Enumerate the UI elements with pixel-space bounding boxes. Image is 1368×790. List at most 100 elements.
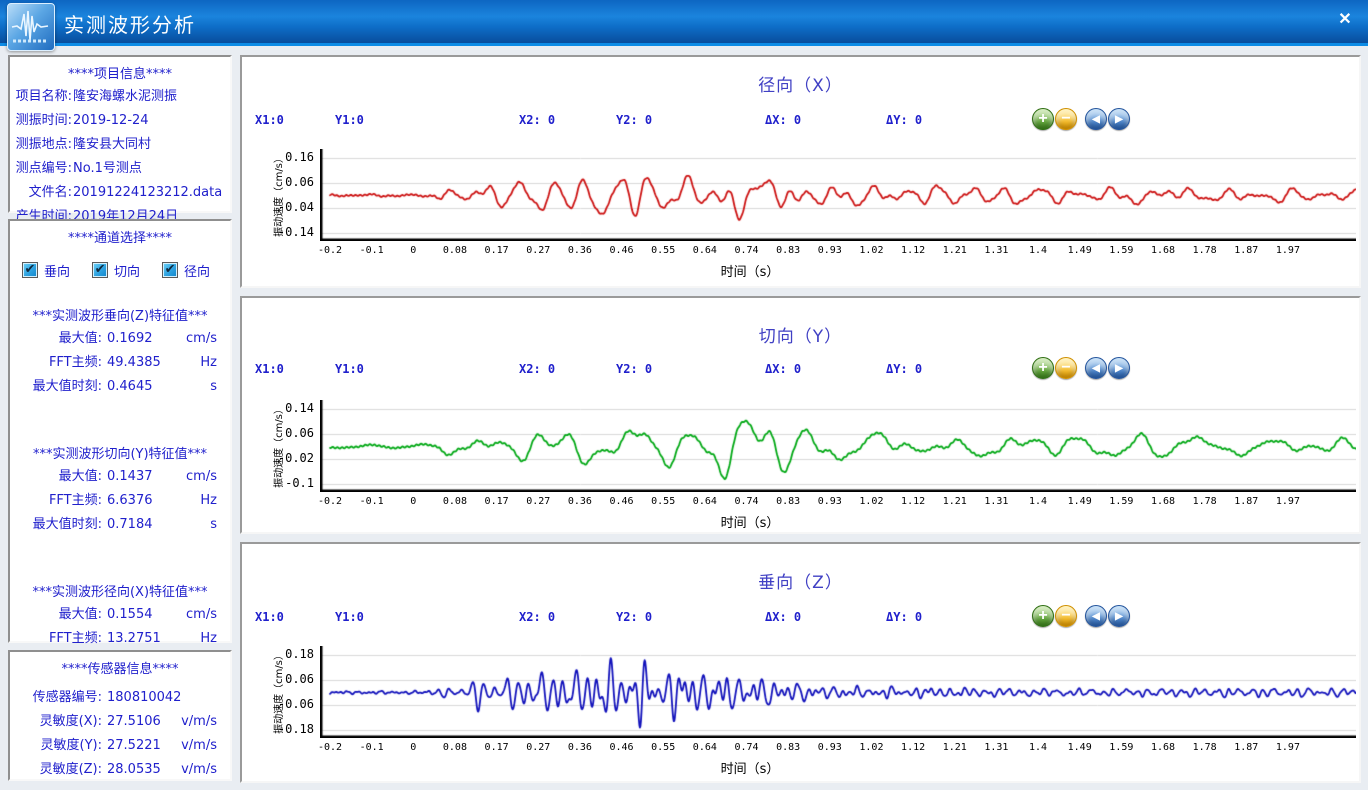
pan-right-icon[interactable]: ▶: [1108, 108, 1130, 130]
x-tick-label: 0.46: [610, 742, 634, 753]
channel-option-radial[interactable]: 径向: [162, 261, 210, 280]
y-tick-label: -0.06: [242, 697, 314, 711]
row-unit: v/m/s: [181, 734, 217, 758]
sensor-row: 传感器编号:180810042: [10, 686, 230, 710]
pan-left-icon[interactable]: ◀: [1085, 108, 1107, 130]
cursor-readouts: X1:0Y1:0X2: 0Y2: 0ΔX: 0ΔY: 0: [242, 610, 1359, 626]
x-axis-label: 时间（s）: [721, 512, 780, 531]
zoom-out-icon[interactable]: −: [1055, 108, 1077, 130]
close-button[interactable]: ✕: [1334, 9, 1356, 31]
channel-option-tangential[interactable]: 切向: [92, 261, 140, 280]
row-unit: cm/s: [186, 327, 217, 351]
zoom-in-icon[interactable]: +: [1032, 357, 1054, 379]
checkbox-checked-vertical-icon[interactable]: [22, 262, 38, 278]
row-label: 传感器编号:: [10, 686, 102, 710]
y-tick-label: 0.18: [242, 647, 314, 661]
waveform-canvas-tangential-y[interactable]: [320, 400, 1356, 492]
chart-title: 垂向（Z）: [242, 568, 1359, 593]
chart-toolbar: +−◀▶: [1032, 108, 1130, 130]
zoom-in-icon[interactable]: +: [1032, 108, 1054, 130]
sensor-row: 灵敏度(X):27.5106v/m/s: [10, 710, 230, 734]
x-tick-label: 0.17: [485, 496, 509, 507]
x-tick-label: -0.1: [360, 742, 384, 753]
feature-row: FFT主频:49.4385Hz: [10, 351, 230, 375]
x-tick-label: 0.83: [776, 742, 800, 753]
x-tick-label: 0.27: [526, 245, 550, 256]
x-tick-label: 1.87: [1234, 496, 1258, 507]
x-tick-label: 0.93: [818, 245, 842, 256]
row-value: 0.4645: [107, 379, 153, 394]
channel-option-label: 垂向: [44, 261, 70, 280]
dx-readout: ΔX: 0: [765, 610, 801, 624]
row-unit: Hz: [200, 351, 217, 375]
x-tick-label: 1.49: [1068, 742, 1092, 753]
y-tick-label: 0.06: [242, 672, 314, 686]
y-tick-label: -0.04: [242, 200, 314, 214]
row-label: 最大值时刻:: [10, 513, 102, 537]
y-tick-label: 0.06: [242, 426, 314, 440]
waveform-canvas-vertical-z[interactable]: [320, 646, 1356, 738]
x-tick-label: 1.21: [943, 245, 967, 256]
x-tick-label: 1.21: [943, 742, 967, 753]
feature-section-header: ***实测波形径向(X)特征值***: [10, 583, 230, 603]
x-tick-label: 1.4: [1029, 245, 1047, 256]
checkbox-checked-tangential-icon[interactable]: [92, 262, 108, 278]
row-label: FFT主频:: [10, 627, 102, 651]
zoom-in-icon[interactable]: +: [1032, 605, 1054, 627]
x2-readout: X2: 0: [519, 113, 555, 127]
feature-section: ***实测波形切向(Y)特征值***最大值:0.1437cm/sFFT主频:6.…: [10, 445, 230, 537]
x-tick-label: 0.64: [693, 496, 717, 507]
feature-row: FFT主频:13.2751Hz: [10, 627, 230, 651]
pan-right-icon[interactable]: ▶: [1108, 357, 1130, 379]
y-tick-label: -0.02: [242, 451, 314, 465]
feature-section-header: ***实测波形切向(Y)特征值***: [10, 445, 230, 465]
zoom-out-icon[interactable]: −: [1055, 605, 1077, 627]
x2-readout: X2: 0: [519, 362, 555, 376]
sensor-row: 灵敏度(Y):27.5221v/m/s: [10, 734, 230, 758]
feature-section: ***实测波形垂向(Z)特征值***最大值:0.1692cm/sFFT主频:49…: [10, 307, 230, 399]
x-tick-label: 1.78: [1193, 496, 1217, 507]
channel-option-label: 径向: [184, 261, 210, 280]
row-label: 灵敏度(Y):: [10, 734, 102, 758]
window-title: 实测波形分析: [64, 9, 196, 38]
x-tick-label: 1.59: [1109, 496, 1133, 507]
x-axis-ticks: -0.2-0.100.080.170.270.360.460.550.640.7…: [320, 245, 1356, 258]
x-tick-label: 0.36: [568, 742, 592, 753]
app-logo-waveform-icon: [7, 3, 55, 51]
y-tick-label: 0.06: [242, 175, 314, 189]
feature-row: 最大值:0.1554cm/s: [10, 603, 230, 627]
pan-right-icon[interactable]: ▶: [1108, 605, 1130, 627]
feature-row: 最大值时刻:0.4645s: [10, 375, 230, 399]
x-tick-label: 0.36: [568, 245, 592, 256]
row-value: 0.1554: [107, 607, 153, 622]
y2-readout: Y2: 0: [616, 362, 652, 376]
x-tick-label: 1.02: [859, 742, 883, 753]
row-value: 0.1692: [107, 331, 153, 346]
x-tick-label: -0.2: [318, 496, 342, 507]
row-label: 测振时间:: [10, 109, 72, 133]
y2-readout: Y2: 0: [616, 113, 652, 127]
pan-left-icon[interactable]: ◀: [1085, 357, 1107, 379]
channel-option-vertical[interactable]: 垂向: [22, 261, 70, 280]
sensor-info-rows: 传感器编号:180810042灵敏度(X):27.5106v/m/s灵敏度(Y)…: [10, 686, 230, 782]
x-tick-label: 0.46: [610, 496, 634, 507]
waveform-canvas-radial-x[interactable]: [320, 149, 1356, 241]
x-axis-label: 时间（s）: [721, 758, 780, 777]
feature-row: 最大值时刻:0.7184s: [10, 513, 230, 537]
row-unit: s: [210, 375, 217, 399]
x2-readout: X2: 0: [519, 610, 555, 624]
x1-readout: X1:0: [255, 362, 284, 376]
checkbox-checked-radial-icon[interactable]: [162, 262, 178, 278]
x-tick-label: 1.12: [901, 742, 925, 753]
row-label: 灵敏度(X):: [10, 710, 102, 734]
row-value: 隆安海螺水泥测振: [73, 89, 177, 104]
title-bar[interactable]: 实测波形分析 ✕: [0, 0, 1368, 46]
feature-row: 最大值:0.1437cm/s: [10, 465, 230, 489]
pan-left-icon[interactable]: ◀: [1085, 605, 1107, 627]
zoom-out-icon[interactable]: −: [1055, 357, 1077, 379]
x1-readout: X1:0: [255, 610, 284, 624]
row-label: FFT主频:: [10, 351, 102, 375]
row-label: 项目名称:: [10, 85, 72, 109]
x-tick-label: 1.02: [859, 245, 883, 256]
row-label: 文件名:: [10, 181, 72, 205]
